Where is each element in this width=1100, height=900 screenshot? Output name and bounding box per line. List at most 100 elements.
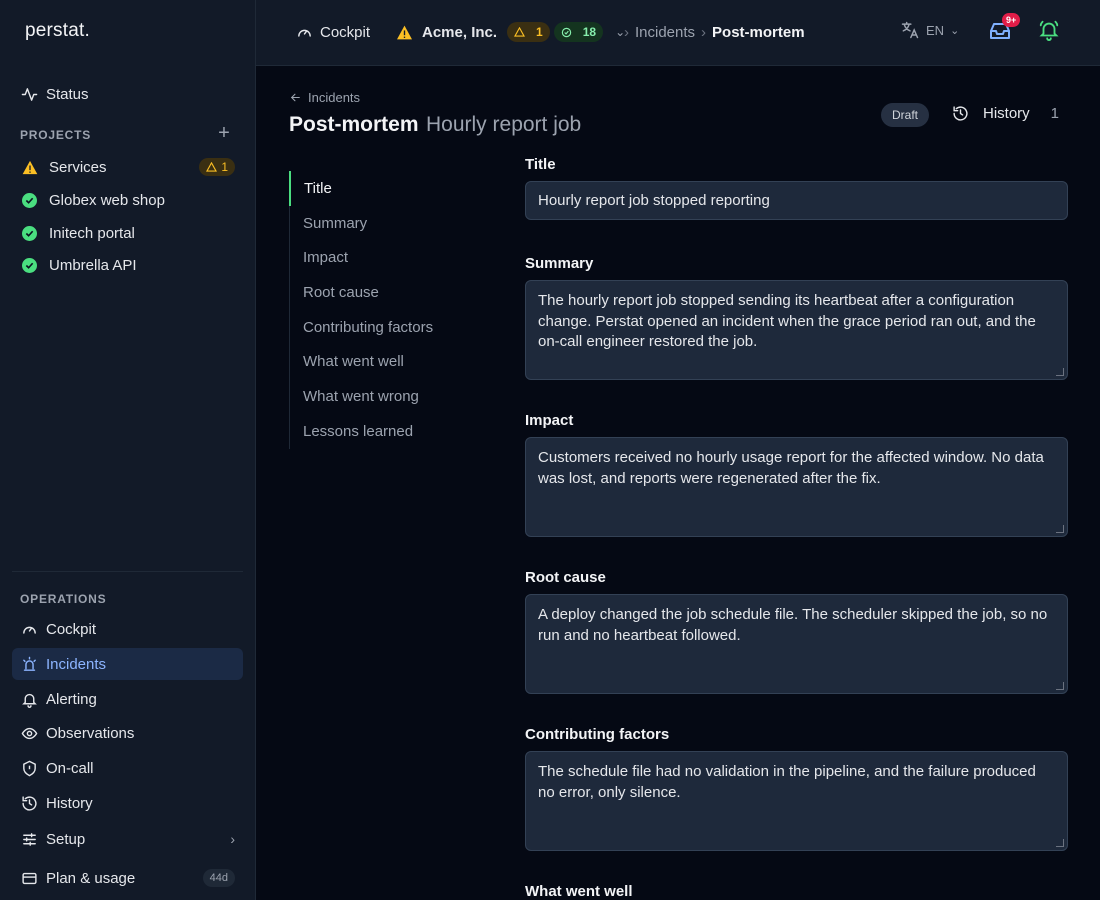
language-switcher[interactable]: EN ⌄ (900, 20, 959, 40)
eye-icon (20, 724, 38, 742)
sidebar-item-cockpit[interactable]: Cockpit (12, 613, 243, 645)
breadcrumb-incidents[interactable]: Incidents (635, 24, 695, 41)
root-cause-field-group: Root cause A deploy changed the job sche… (525, 569, 1068, 694)
card-icon (20, 869, 38, 887)
project-name: Services (49, 158, 107, 176)
notifications-button[interactable] (1038, 19, 1062, 43)
history-button[interactable]: History 1 (952, 105, 1059, 122)
project-name: Initech portal (49, 224, 135, 242)
sidebar-item-status[interactable]: Status (12, 78, 243, 110)
toc-item-title[interactable]: Title (289, 171, 489, 206)
app-root: perstat. Status PROJECTS + Services 1 Gl… (0, 0, 1100, 900)
org-name: Acme, Inc. (422, 23, 498, 41)
root-cause-label: Root cause (525, 569, 606, 586)
toc-item-lessons-learned[interactable]: Lessons learned (290, 414, 489, 449)
sidebar: perstat. Status PROJECTS + Services 1 Gl… (0, 0, 256, 900)
history-icon (20, 794, 38, 812)
project-item-umbrella[interactable]: Umbrella API (12, 250, 235, 280)
siren-icon (20, 655, 38, 673)
sidebar-item-incidents[interactable]: Incidents (12, 648, 243, 680)
toc-item-impact[interactable]: Impact (290, 240, 489, 275)
toc-item-contributing-factors[interactable]: Contributing factors (290, 310, 489, 345)
check-circle-icon (22, 192, 37, 208)
operations-heading: OPERATIONS (20, 592, 107, 606)
plus-icon: + (218, 122, 230, 144)
top-bar: Cockpit Acme, Inc. 1 18 ⌄ › Incidents › (256, 0, 1100, 66)
shield-icon (20, 759, 38, 777)
check-circle-icon (22, 225, 37, 241)
warning-icon (206, 162, 218, 172)
topbar-cockpit-link[interactable]: Cockpit (296, 0, 370, 64)
breadcrumb-current: Post-mortem (712, 23, 805, 41)
history-count: 1 (1050, 105, 1060, 122)
main-area: Cockpit Acme, Inc. 1 18 ⌄ › Incidents › (256, 0, 1100, 900)
page-title: Post-mortem (289, 113, 419, 136)
gauge-icon (20, 620, 38, 638)
sidebar-item-setup[interactable]: Setup › (12, 823, 243, 855)
title-label: Title (525, 156, 556, 173)
toc-item-what-went-well[interactable]: What went well (290, 344, 489, 379)
impact-label: Impact (525, 412, 574, 429)
contributing-textarea[interactable]: The schedule file had no validation in t… (525, 751, 1068, 851)
gauge-icon (298, 29, 311, 37)
project-warning-badge: 1 (199, 158, 235, 176)
contributing-field-group: Contributing factors The schedule file h… (525, 726, 1068, 851)
sidebar-item-observations[interactable]: Observations (12, 717, 243, 749)
title-field-group: Title Hourly report job stopped reportin… (525, 156, 1068, 220)
contributing-label: Contributing factors (525, 726, 670, 743)
toc-item-root-cause[interactable]: Root cause (290, 275, 489, 310)
page-subtitle: Hourly report job (426, 113, 582, 136)
project-name: Globex web shop (49, 191, 165, 209)
trial-days-badge: 44d (202, 869, 235, 887)
brand-logo[interactable]: perstat. (25, 20, 90, 42)
postmortem-form: Title Hourly report job stopped reportin… (525, 156, 1068, 900)
org-ok-count: 18 (553, 22, 604, 42)
sidebar-item-history[interactable]: History (12, 787, 243, 819)
sidebar-item-plan-usage[interactable]: Plan & usage 44d (12, 862, 243, 894)
chevron-down-icon: ⌄ (950, 24, 960, 37)
impact-textarea[interactable]: Customers received no hourly usage repor… (525, 437, 1068, 537)
sidebar-divider (12, 571, 243, 572)
project-name: Umbrella API (49, 256, 137, 274)
project-item-services[interactable]: Services 1 (12, 152, 235, 182)
language-code: EN (926, 22, 945, 38)
went-well-label: What went well (525, 883, 633, 900)
projects-heading: PROJECTS (20, 128, 92, 142)
toc-item-what-went-wrong[interactable]: What went wrong (290, 379, 489, 414)
summary-field-group: Summary The hourly report job stopped se… (525, 255, 1068, 380)
check-circle-icon (561, 27, 571, 37)
impact-field-group: Impact Customers received no hourly usag… (525, 412, 1068, 537)
title-input[interactable]: Hourly report job stopped reporting (525, 181, 1068, 220)
inbox-count-badge: 9+ (1002, 13, 1021, 27)
warning-icon (397, 25, 412, 39)
org-switcher[interactable]: Acme, Inc. 1 18 ⌄ (396, 0, 625, 64)
toc-item-summary[interactable]: Summary (290, 206, 489, 241)
sidebar-item-alerting[interactable]: Alerting (12, 683, 243, 715)
breadcrumb: › Incidents › Post-mortem (618, 0, 805, 64)
arrow-left-icon (290, 93, 300, 102)
sidebar-item-on-call[interactable]: On-call (12, 752, 243, 784)
org-warning-count: 1 (507, 22, 550, 42)
translate-icon (901, 21, 919, 39)
breadcrumb-separator: › (624, 23, 629, 41)
breadcrumb-separator: › (701, 23, 707, 41)
sidebar-item-label: Status (46, 85, 89, 103)
project-item-globex[interactable]: Globex web shop (12, 185, 235, 215)
check-circle-icon (22, 257, 37, 273)
history-icon (953, 106, 968, 121)
summary-label: Summary (525, 255, 594, 272)
project-item-initech[interactable]: Initech portal (12, 218, 235, 248)
sliders-icon (20, 830, 38, 848)
bell-ring-icon (1039, 20, 1059, 41)
summary-textarea[interactable]: The hourly report job stopped sending it… (525, 280, 1068, 380)
activity-icon (20, 85, 38, 103)
add-project-button[interactable]: + (215, 122, 233, 144)
content-area: Incidents Post-mortem Hourly report job … (256, 66, 1100, 900)
bell-icon (20, 690, 38, 708)
section-nav: Title Summary Impact Root cause Contribu… (289, 171, 489, 449)
chevron-right-icon: › (230, 831, 235, 847)
went-well-field-group: What went well (525, 883, 1068, 900)
root-cause-textarea[interactable]: A deploy changed the job schedule file. … (525, 594, 1068, 694)
back-link[interactable]: Incidents (289, 90, 360, 105)
status-badge: Draft (881, 103, 930, 127)
